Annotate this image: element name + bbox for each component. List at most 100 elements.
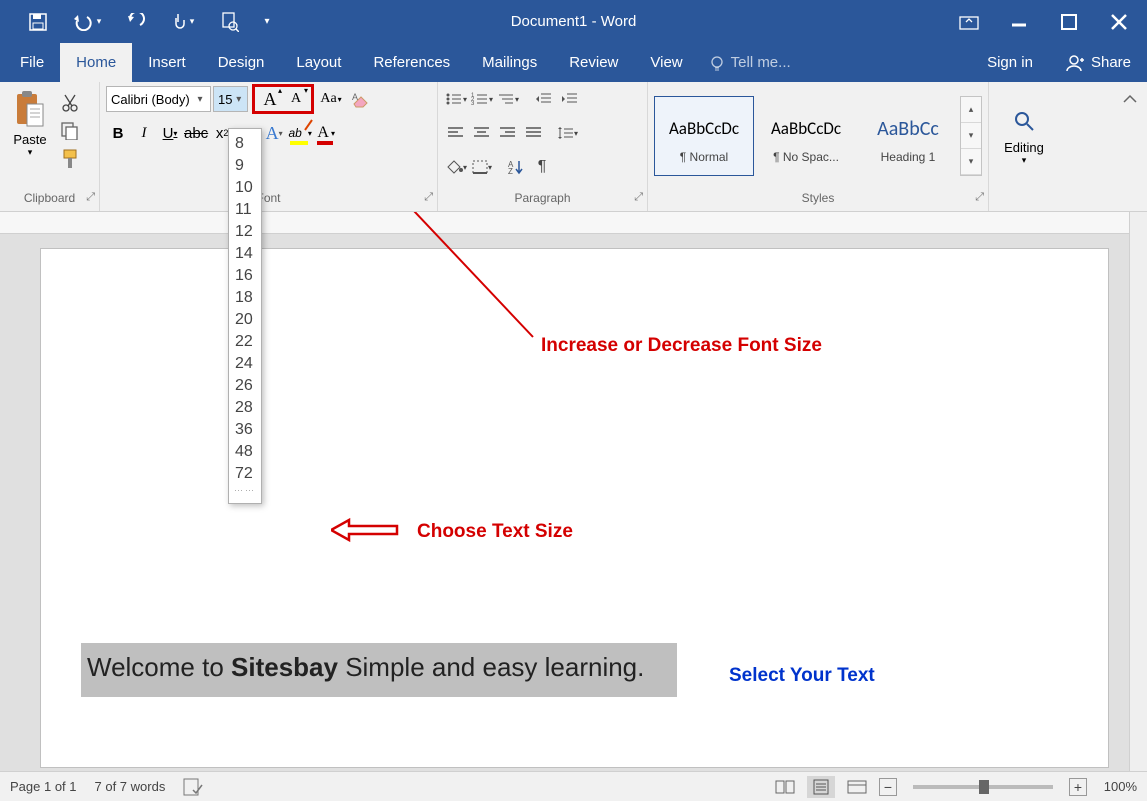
sort-button[interactable]: AZ [504, 155, 528, 179]
maximize-button[interactable] [1049, 7, 1089, 37]
size-option[interactable]: 48 [229, 441, 261, 463]
size-option[interactable]: 36 [229, 419, 261, 441]
tab-references[interactable]: References [357, 43, 466, 82]
spell-check-button[interactable] [183, 778, 203, 796]
read-mode-button[interactable] [771, 776, 799, 798]
increase-indent-button[interactable] [558, 87, 582, 111]
font-name-combo[interactable]: Calibri (Body) ▾ [106, 86, 211, 112]
minimize-button[interactable] [999, 7, 1039, 37]
undo-button[interactable]: ▾ [62, 7, 112, 37]
zoom-slider[interactable] [913, 785, 1053, 789]
tab-home[interactable]: Home [60, 43, 132, 82]
borders-button[interactable]: ▾ [470, 155, 494, 179]
align-left-button[interactable] [444, 121, 468, 145]
show-marks-button[interactable]: ¶ [530, 155, 554, 179]
print-layout-button[interactable] [807, 776, 835, 798]
word-count[interactable]: 7 of 7 words [95, 779, 166, 794]
style-nospacing[interactable]: AaBbCcDc ¶ No Spac... [756, 96, 856, 176]
zoom-in-button[interactable]: + [1069, 778, 1087, 796]
size-option[interactable]: 10 [229, 177, 261, 199]
size-option[interactable]: 14 [229, 243, 261, 265]
highlight-button[interactable]: ab ▾ [288, 120, 312, 146]
bullets-button[interactable]: ▾ [444, 87, 468, 111]
size-option[interactable]: 16 [229, 265, 261, 287]
font-size-combo[interactable]: 15 ▾ [213, 86, 248, 112]
format-painter-button[interactable] [56, 146, 84, 172]
tab-insert[interactable]: Insert [132, 43, 202, 82]
styles-gallery-more[interactable]: ▴▾▾ [960, 96, 982, 176]
page-indicator[interactable]: Page 1 of 1 [10, 779, 77, 794]
selected-text[interactable]: Welcome to Sitesbay Simple and easy lear… [81, 643, 677, 697]
close-button[interactable] [1099, 7, 1139, 37]
touch-mode-button[interactable]: ▾ [160, 7, 206, 37]
size-option[interactable]: 8 [229, 133, 261, 155]
shading-button[interactable]: ▾ [444, 155, 468, 179]
strikethrough-button[interactable]: abc [184, 120, 208, 146]
redo-button[interactable] [118, 7, 154, 37]
dropdown-resize-grip[interactable]: ⋯⋯ [229, 485, 261, 495]
style-normal[interactable]: AaBbCcDc ¶ Normal [654, 96, 754, 176]
paste-button[interactable]: Paste ▾ [6, 86, 54, 174]
ribbon-display-button[interactable] [949, 7, 989, 37]
vertical-scrollbar[interactable] [1129, 212, 1147, 771]
tell-me-input[interactable]: Tell me... [699, 43, 801, 82]
zoom-out-button[interactable]: − [879, 778, 897, 796]
clipboard-launcher[interactable]: ⤢ [86, 191, 95, 204]
numbering-button[interactable]: 123▾ [470, 87, 494, 111]
cut-button[interactable] [56, 90, 84, 116]
font-size-dropdown[interactable]: 8 9 10 11 12 14 16 18 20 22 24 26 28 36 … [228, 128, 262, 504]
tab-layout[interactable]: Layout [280, 43, 357, 82]
align-center-button[interactable] [470, 121, 494, 145]
ruler[interactable] [0, 212, 1129, 234]
bold-button[interactable]: B [106, 120, 130, 146]
size-option[interactable]: 11 [229, 199, 261, 221]
tab-design[interactable]: Design [202, 43, 281, 82]
paragraph-launcher[interactable]: ⤢ [634, 191, 643, 204]
share-button[interactable]: Share [1049, 43, 1147, 82]
style-heading1[interactable]: AaBbCc Heading 1 [858, 96, 958, 176]
size-option[interactable]: 20 [229, 309, 261, 331]
size-option[interactable]: 72 [229, 463, 261, 485]
align-right-button[interactable] [496, 121, 520, 145]
underline-button[interactable]: U▾ [158, 120, 182, 146]
document-page[interactable]: Increase or Decrease Font Size Choose Te… [40, 248, 1109, 768]
multilevel-list-button[interactable]: ▾ [496, 87, 520, 111]
size-option[interactable]: 9 [229, 155, 261, 177]
size-option[interactable]: 26 [229, 375, 261, 397]
zoom-value[interactable]: 100% [1095, 779, 1137, 794]
styles-launcher[interactable]: ⤢ [975, 191, 984, 204]
paragraph-group-label: Paragraph [514, 191, 570, 205]
font-launcher[interactable]: ⤢ [424, 191, 433, 204]
customize-qat-button[interactable]: ▾ [254, 7, 280, 37]
print-preview-button[interactable] [212, 7, 248, 37]
size-option[interactable]: 28 [229, 397, 261, 419]
copy-button[interactable] [56, 118, 84, 144]
save-button[interactable] [20, 7, 56, 37]
justify-button[interactable] [522, 121, 546, 145]
sign-in-button[interactable]: Sign in [971, 43, 1049, 82]
clear-formatting-button[interactable]: A [348, 86, 374, 112]
italic-button[interactable]: I [132, 120, 156, 146]
tab-file[interactable]: File [0, 43, 60, 82]
text-effects-button[interactable]: A▾ [262, 120, 286, 146]
size-option[interactable]: 18 [229, 287, 261, 309]
find-button[interactable] [1007, 106, 1041, 136]
tab-review[interactable]: Review [553, 43, 634, 82]
decrease-indent-button[interactable] [532, 87, 556, 111]
collapse-ribbon-button[interactable] [1119, 88, 1141, 110]
size-option[interactable]: 22 [229, 331, 261, 353]
group-styles: AaBbCcDc ¶ Normal AaBbCcDc ¶ No Spac... … [648, 82, 989, 211]
doc-text-post: Simple and easy learning. [338, 652, 644, 682]
change-case-button[interactable]: Aa▾ [318, 86, 344, 112]
document-area[interactable]: Increase or Decrease Font Size Choose Te… [0, 212, 1129, 771]
increase-font-size-button[interactable]: A▴ [257, 86, 283, 112]
size-option[interactable]: 24 [229, 353, 261, 375]
line-spacing-button[interactable]: ▾ [556, 121, 580, 145]
size-option[interactable]: 12 [229, 221, 261, 243]
tab-mailings[interactable]: Mailings [466, 43, 553, 82]
zoom-thumb[interactable] [979, 780, 989, 794]
web-layout-button[interactable] [843, 776, 871, 798]
tab-view[interactable]: View [634, 43, 698, 82]
decrease-font-size-button[interactable]: A▾ [283, 86, 309, 112]
font-color-button[interactable]: A▾ [314, 120, 338, 146]
